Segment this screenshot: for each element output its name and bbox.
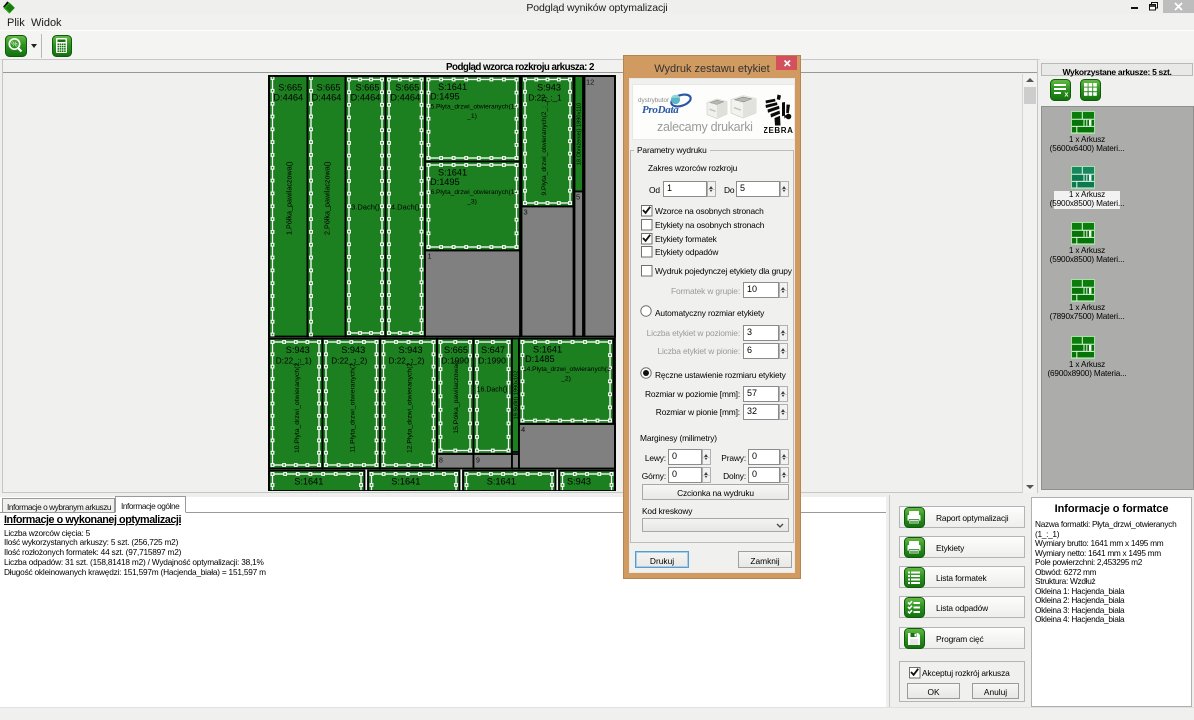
svg-text:S:665: S:665: [444, 345, 468, 355]
svg-text:S:665: S:665: [355, 83, 379, 93]
svg-text:5: 5: [576, 193, 580, 202]
svg-text:D:1485: D:1485: [525, 354, 555, 364]
svg-text:6.Płyta_drzwi_otwieranych(1-: 6.Płyta_drzwi_otwieranych(1-: [431, 189, 517, 196]
svg-text:D:1495: D:1495: [430, 177, 460, 187]
svg-text:9: 9: [476, 458, 480, 465]
svg-text:ProData: ProData: [642, 104, 679, 116]
svg-text:dystrybutor: dystrybutor: [638, 97, 669, 104]
svg-text:S:1641: S:1641: [391, 477, 420, 487]
svg-text:_2): _2): [560, 376, 571, 383]
svg-text:16.Dach(): 16.Dach(): [477, 387, 508, 394]
svg-text:D:1495: D:1495: [430, 92, 460, 102]
svg-text:2.Półka_pawilaczowa(): 2.Półka_pawilaczowa(): [323, 161, 332, 235]
svg-text:S:665: S:665: [278, 83, 302, 93]
svg-text:11.Płyta_drzwi_otwieranych(2_: 11.Płyta_drzwi_otwieranych(2_: [349, 359, 356, 453]
svg-text:S:1641: S:1641: [294, 477, 323, 487]
svg-text:S:943: S:943: [286, 345, 310, 355]
svg-text:D:4464: D:4464: [273, 93, 303, 103]
svg-text:S:665: S:665: [316, 83, 340, 93]
svg-text:4.Dach(): 4.Dach(): [391, 202, 420, 211]
svg-text:8: 8: [439, 458, 443, 465]
svg-text:12: 12: [586, 78, 594, 87]
svg-text:9.Płyta_drzwi_otwieranych(2_:_: 9.Płyta_drzwi_otwieranych(2_:_1): [541, 97, 548, 196]
svg-text:S:1641: S:1641: [533, 345, 562, 355]
svg-text:_1): _1): [466, 113, 477, 120]
svg-text:x: x: [1065, 92, 1069, 99]
svg-text:3: 3: [524, 208, 528, 217]
svg-text:S:647: S:647: [481, 345, 505, 355]
svg-text:D:1990: D:1990: [478, 356, 506, 366]
svg-text:18.Obniżenie() 1990x110: 18.Obniżenie() 1990x110: [577, 103, 583, 165]
svg-text:3.Dach(): 3.Dach(): [351, 202, 380, 211]
svg-text:S:1641: S:1641: [438, 82, 467, 92]
svg-text:12.Płyta_drzwi_otwieranych(2_: 12.Płyta_drzwi_otwieranych(2_: [407, 359, 414, 453]
svg-text:1: 1: [428, 252, 432, 261]
svg-text:D:4464: D:4464: [351, 93, 381, 103]
svg-text:ZEBRA: ZEBRA: [764, 126, 793, 135]
svg-text:4: 4: [521, 425, 525, 434]
svg-text:S:943: S:943: [341, 345, 365, 355]
svg-text:15.Półka_pawilaczowa(): 15.Półka_pawilaczowa(): [453, 360, 460, 433]
svg-text:S:943: S:943: [398, 345, 422, 355]
svg-text:S:943: S:943: [567, 477, 591, 487]
svg-text:_3): _3): [466, 199, 477, 206]
svg-text:10.Płyta_drzwi_otwieranych(2_: 10.Płyta_drzwi_otwieranych(2_: [294, 359, 301, 453]
svg-text:D:4464: D:4464: [390, 93, 420, 103]
svg-text:S:1641: S:1641: [487, 477, 516, 487]
svg-text:1.Półka_pawilaczowa(): 1.Półka_pawilaczowa(): [284, 161, 293, 235]
svg-text:14.Płyta_drzwi_otwieranych(1-: 14.Płyta_drzwi_otwieranych(1-: [523, 366, 613, 373]
svg-text:5.Płyta_drzwi_otwieranych(1-: 5.Płyta_drzwi_otwieranych(1-: [431, 104, 517, 111]
svg-text:D:4464: D:4464: [312, 93, 342, 103]
svg-text:S:1641: S:1641: [438, 168, 467, 178]
svg-text:S:943: S:943: [537, 83, 561, 93]
svg-text:S:665: S:665: [395, 83, 419, 93]
